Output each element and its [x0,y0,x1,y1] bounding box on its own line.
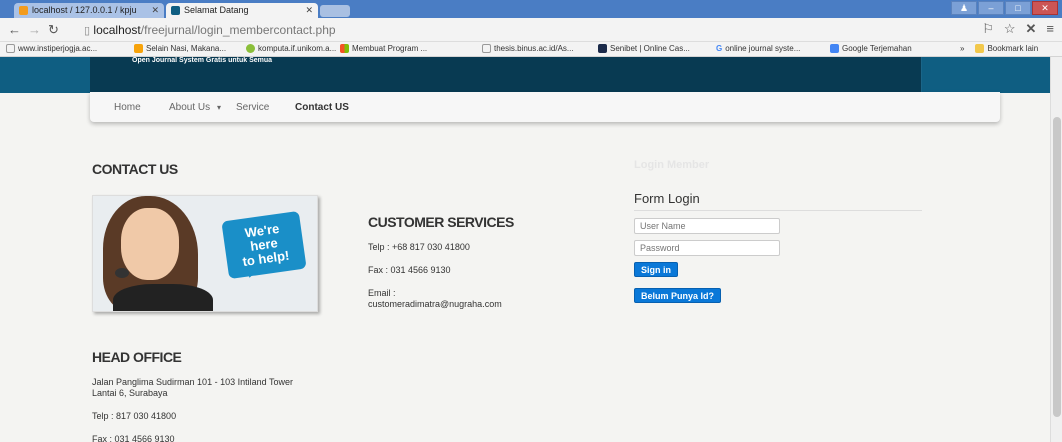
google-icon: G [716,44,723,53]
bookmark-label: thesis.binus.ac.id/As... [494,44,574,53]
username-input[interactable] [634,218,780,234]
page-icon: ▯ [84,25,91,37]
bookmark-label: Membuat Program ... [352,44,428,53]
login-title: Form Login [634,191,700,206]
bookmark-item[interactable]: Gonline journal syste... [716,44,800,53]
bookmark-label: online journal syste... [725,44,801,53]
page-viewport: Open Journal System Gratis untuk Semua H… [0,57,1050,442]
login-faint-title: Login Member [634,159,710,171]
register-button[interactable]: Belum Punya Id? [634,288,722,303]
bookmark-item[interactable]: komputa.if.unikom.a... [246,44,336,53]
bookmark-label: Google Terjemahan [842,44,912,53]
login-divider [634,210,922,211]
reload-icon[interactable]: ↻ [48,22,59,38]
window-controls: ♟ – □ ✕ [951,1,1058,15]
head-office-heading: HEAD OFFICE [92,349,182,365]
menu-icon[interactable]: ≡ [1046,21,1054,37]
extension-x-icon[interactable]: ✕ [1026,21,1037,37]
menu-contact-us[interactable]: Contact US [295,102,349,113]
site-favicon-icon [171,6,180,15]
site-tagline: Open Journal System Gratis untuk Semua [132,57,273,64]
translate-icon[interactable]: ⚐ [982,21,994,37]
shoulder-shape [113,284,213,311]
tab-selamat-datang[interactable]: Selamat Datang ✕ [166,3,318,18]
bookmark-label: www.instiperjogja.ac... [18,44,98,53]
tab-label: Selamat Datang [184,5,249,15]
browser-tab-strip: localhost / 127.0.0.1 / kpju ✕ Selamat D… [0,0,1062,18]
browser-toolbar: ← → ↻ ▯ localhost/freejurnal/login_membe… [0,18,1062,42]
bookmark-label: Bookmark lain [987,44,1039,53]
customer-service-image: We're here to help! [92,195,318,312]
contact-heading: CONTACT US [92,161,178,177]
bookmark-item[interactable]: thesis.binus.ac.id/As... [482,44,574,53]
bookmark-item[interactable]: Google Terjemahan [830,44,912,53]
new-tab-button[interactable] [320,5,350,17]
close-window-button[interactable]: ✕ [1032,1,1058,15]
chevron-double-icon: » [960,44,965,53]
close-tab-icon[interactable]: ✕ [151,5,159,16]
customer-services-heading: CUSTOMER SERVICES [368,214,514,230]
cs-telp: Telp : +68 817 030 41800 [368,242,470,252]
tab-label: localhost / 127.0.0.1 / kpju [32,5,137,15]
signin-button[interactable]: Sign in [634,262,678,277]
menu-about-us[interactable]: About Us [169,102,210,113]
translate-icon [830,44,839,53]
bookmark-label: Selain Nasi, Makana... [146,44,227,53]
vertical-scrollbar[interactable] [1050,57,1062,442]
page-icon [482,44,491,53]
phpmyadmin-favicon-icon [19,6,28,15]
forward-arrow-icon[interactable]: → [28,22,41,37]
folder-icon [975,44,985,53]
close-tab-icon[interactable]: ✕ [305,5,313,16]
address-bar[interactable]: ▯ localhost/freejurnal/login_memberconta… [84,21,984,39]
main-menu: Home About Us ▾ Service Contact US [90,92,1000,122]
url-host: localhost [93,23,141,37]
site-icon [246,44,255,53]
toolbar-actions: ⚐ ☆ ✕ ≡ [982,21,1054,37]
site-icon [134,44,143,53]
bookmarks-bar: www.instiperjogja.ac... Selain Nasi, Mak… [0,42,1062,57]
maximize-button[interactable]: □ [1005,1,1031,15]
cs-email: customeradimatra@nugraha.com [368,299,502,309]
bookmark-folder[interactable]: » Bookmark lain [960,44,1038,53]
bookmark-star-icon[interactable]: ☆ [1004,21,1016,37]
dropdown-caret-icon[interactable]: ▾ [217,103,221,112]
site-header-band: Open Journal System Gratis untuk Semua [0,57,1050,93]
windows-icon [340,44,349,53]
office-fax: Fax : 031 4566 9130 [92,434,175,442]
menu-home[interactable]: Home [114,102,141,113]
password-input[interactable] [634,240,780,256]
cs-fax: Fax : 031 4566 9130 [368,265,451,275]
minimize-button[interactable]: – [978,1,1004,15]
back-arrow-icon[interactable]: ← [8,22,21,37]
cs-email-label: Email : [368,288,396,298]
bookmark-item[interactable]: www.instiperjogja.ac... [6,44,97,53]
tab-phpmyadmin[interactable]: localhost / 127.0.0.1 / kpju ✕ [14,3,164,18]
headset-icon [115,268,129,278]
help-bubble: We're here to help! [221,210,307,280]
bookmark-item[interactable]: Membuat Program ... [340,44,427,53]
bookmark-label: Senibet | Online Cas... [610,44,690,53]
office-address-line1: Jalan Panglima Sudirman 101 - 103 Intila… [92,377,293,387]
bookmark-item[interactable]: Senibet | Online Cas... [598,44,690,53]
user-icon[interactable]: ♟ [951,1,977,15]
bookmark-item[interactable]: Selain Nasi, Makana... [134,44,226,53]
menu-service[interactable]: Service [236,102,269,113]
bookmark-label: komputa.if.unikom.a... [258,44,337,53]
scrollbar-thumb[interactable] [1053,117,1061,417]
page-icon [6,44,15,53]
office-telp: Telp : 817 030 41800 [92,411,177,421]
site-icon [598,44,607,53]
face-shape [121,208,179,280]
office-address-line2: Lantai 6, Surabaya [92,388,168,398]
url-path: /freejurnal/login_membercontact.php [140,23,336,37]
site-header: Open Journal System Gratis untuk Semua [90,57,922,92]
